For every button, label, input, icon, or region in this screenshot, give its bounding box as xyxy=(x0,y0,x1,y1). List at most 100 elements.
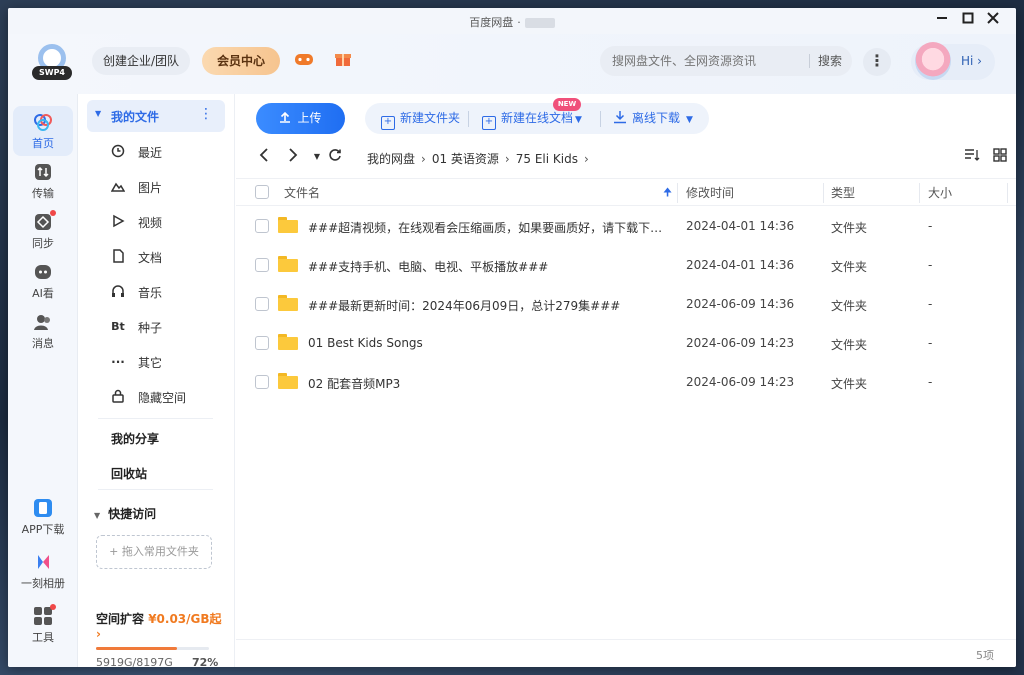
offline-download-button[interactable]: 离线下载 ▼ xyxy=(613,103,693,134)
app-logo[interactable]: SWP4 xyxy=(30,44,72,86)
my-files-more-icon[interactable]: ⋮ xyxy=(199,106,213,122)
new-online-doc-label: 新建在线文档 xyxy=(501,111,574,125)
sidebar-item-label: 其它 xyxy=(138,356,163,370)
file-name[interactable]: 02 配套音频MP3 xyxy=(308,375,668,392)
quota-used-text: 5919G/8197G xyxy=(96,656,173,667)
breadcrumb-item[interactable]: 75 Eli Kids xyxy=(516,152,578,166)
column-header-type[interactable]: 类型 xyxy=(831,179,855,207)
more-options-button[interactable]: ⋮ xyxy=(863,48,891,76)
table-row[interactable]: ###支持手机、电脑、电视、平板播放### 2024-04-01 14:36 文… xyxy=(236,246,1016,285)
collapse-arrow-icon[interactable]: ▼ xyxy=(94,511,100,520)
forward-button[interactable] xyxy=(284,148,302,166)
table-row[interactable]: ###最新更新时间：2024年06月09日，总计279集### 2024-06-… xyxy=(236,285,1016,324)
file-modified: 2024-04-01 14:36 xyxy=(686,219,795,233)
file-name[interactable]: 01 Best Kids Songs xyxy=(308,336,668,350)
search-input[interactable] xyxy=(612,52,808,70)
app-download-icon xyxy=(33,498,53,518)
breadcrumb-dropdown-icon[interactable]: › xyxy=(584,152,589,166)
sidebar-item-hidden-space[interactable]: 隐藏空间 xyxy=(110,382,220,412)
column-separator[interactable] xyxy=(919,183,920,203)
search-button[interactable]: 搜索 xyxy=(812,46,848,76)
file-name[interactable]: ###超清视频，在线观看会压缩画质，如果要画质好，请下载下来观... xyxy=(308,219,668,236)
main-content: 上传 + 新建文件夹 + 新建在线文档 ▼ NEW 离线下载 ▼ ▼ 我的网盘 … xyxy=(236,94,1016,667)
table-header: 文件名 🠉 修改时间 类型 大小 xyxy=(236,178,1016,206)
sort-ascending-icon[interactable]: 🠉 xyxy=(663,179,672,207)
select-all-checkbox[interactable] xyxy=(255,185,269,199)
user-profile[interactable]: Hi › xyxy=(911,42,995,80)
file-modified: 2024-04-01 14:36 xyxy=(686,258,795,272)
quota-price: ¥0.03/GB起 xyxy=(148,612,222,626)
album-icon xyxy=(33,552,53,572)
file-size: - xyxy=(928,258,933,272)
nav-sync[interactable]: 同步 xyxy=(13,206,73,256)
nav-home[interactable]: 首页 xyxy=(13,106,73,156)
user-greeting[interactable]: Hi › xyxy=(961,54,982,68)
upload-button[interactable]: 上传 xyxy=(256,103,345,134)
sidebar-item-images[interactable]: 图片 xyxy=(110,172,220,202)
storage-quota[interactable]: 空间扩容 ¥0.03/GB起 › 5919G/8197G 72% xyxy=(96,610,226,667)
collapse-arrow-icon[interactable]: ▼ xyxy=(95,109,101,118)
avatar[interactable] xyxy=(915,42,951,80)
vip-center-button[interactable]: 会员中心 xyxy=(202,47,280,75)
quota-title[interactable]: 空间扩容 ¥0.03/GB起 › xyxy=(96,610,226,641)
breadcrumb-item[interactable]: 我的网盘 xyxy=(367,152,415,166)
sidebar-item-other[interactable]: ··· 其它 xyxy=(110,347,220,377)
nav-message-label: 消息 xyxy=(32,337,54,350)
table-row[interactable]: 01 Best Kids Songs 2024-06-09 14:23 文件夹 … xyxy=(236,324,1016,363)
maximize-button[interactable] xyxy=(959,12,977,30)
sidebar-item-recent[interactable]: 最近 xyxy=(110,137,220,167)
sidebar-my-files[interactable]: ▼ 我的文件 ⋮ xyxy=(87,100,225,132)
sidebar-item-video[interactable]: 视频 xyxy=(110,207,220,237)
column-header-modified[interactable]: 修改时间 xyxy=(686,179,734,207)
nav-app-download-label: APP下载 xyxy=(21,523,65,536)
column-header-size[interactable]: 大小 xyxy=(928,179,952,207)
sidebar-item-recycle-bin[interactable]: 回收站 xyxy=(111,465,147,482)
sidebar-item-my-share[interactable]: 我的分享 xyxy=(111,430,159,447)
column-separator[interactable] xyxy=(1007,183,1008,203)
nav-ai[interactable]: AI看 xyxy=(13,256,73,306)
sort-button[interactable] xyxy=(963,148,981,166)
gift-icon[interactable] xyxy=(333,51,353,71)
quick-access-dropzone[interactable]: + 拖入常用文件夹 xyxy=(96,535,212,569)
history-dropdown-button[interactable]: ▼ xyxy=(308,148,326,166)
column-header-name[interactable]: 文件名 xyxy=(284,179,320,207)
transfer-icon xyxy=(33,162,53,182)
path-bar: ▼ 我的网盘 › 01 英语资源 › 75 Eli Kids › xyxy=(236,140,1016,174)
column-separator[interactable] xyxy=(823,183,824,203)
row-checkbox[interactable] xyxy=(255,336,269,350)
back-button[interactable] xyxy=(255,148,273,166)
table-row[interactable]: 02 配套音频MP3 2024-06-09 14:23 文件夹 - xyxy=(236,363,1016,402)
nav-app-download[interactable]: APP下载 xyxy=(13,492,73,542)
nav-tools[interactable]: 工具 xyxy=(13,600,73,650)
new-folder-button[interactable]: + 新建文件夹 xyxy=(381,103,460,134)
refresh-button[interactable] xyxy=(326,148,344,166)
grid-view-button[interactable] xyxy=(991,148,1009,166)
sidebar-item-documents[interactable]: 文档 xyxy=(110,242,220,272)
sidebar-item-music[interactable]: 音乐 xyxy=(110,277,220,307)
divider xyxy=(98,489,213,490)
nav-message[interactable]: 消息 xyxy=(13,306,73,356)
nav-transfer[interactable]: 传输 xyxy=(13,156,73,206)
row-checkbox[interactable] xyxy=(255,258,269,272)
sidebar-item-torrent[interactable]: Bt 种子 xyxy=(110,312,220,342)
create-team-button[interactable]: 创建企业/团队 xyxy=(92,47,190,75)
column-separator[interactable] xyxy=(677,183,678,203)
quick-access-header[interactable]: ▼ 快捷访问 xyxy=(94,505,156,522)
game-icon[interactable] xyxy=(294,51,314,71)
minimize-button[interactable] xyxy=(933,12,951,30)
row-checkbox[interactable] xyxy=(255,375,269,389)
file-name[interactable]: ###支持手机、电脑、电视、平板播放### xyxy=(308,258,668,275)
row-checkbox[interactable] xyxy=(255,297,269,311)
file-name[interactable]: ###最新更新时间：2024年06月09日，总计279集### xyxy=(308,297,668,314)
table-row[interactable]: ###超清视频，在线观看会压缩画质，如果要画质好，请下载下来观... 2024-… xyxy=(236,207,1016,246)
sidebar-item-label: 视频 xyxy=(138,216,163,230)
new-folder-label: 新建文件夹 xyxy=(400,111,461,125)
dropdown-caret-icon: ▼ xyxy=(686,115,693,125)
row-checkbox[interactable] xyxy=(255,219,269,233)
breadcrumb-item[interactable]: 01 英语资源 xyxy=(432,152,499,166)
nav-album[interactable]: 一刻相册 xyxy=(13,546,73,596)
file-size: - xyxy=(928,219,933,233)
file-size: - xyxy=(928,336,933,350)
close-button[interactable] xyxy=(984,12,1002,30)
quota-title-text: 空间扩容 xyxy=(96,612,145,626)
